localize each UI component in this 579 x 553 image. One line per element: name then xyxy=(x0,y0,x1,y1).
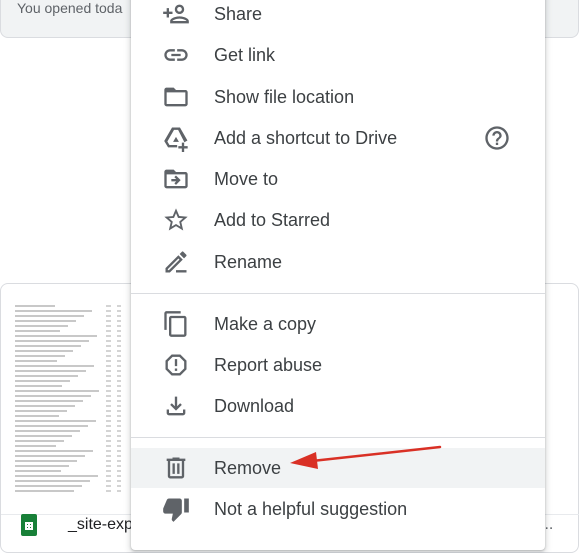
person-add-icon xyxy=(161,0,191,28)
thumbs-down-icon xyxy=(161,495,191,523)
menu-item-remove[interactable]: Remove xyxy=(131,448,545,488)
menu-item-label: Rename xyxy=(214,252,283,272)
pencil-icon xyxy=(161,248,191,276)
menu-item-label: Download xyxy=(214,396,295,416)
report-icon xyxy=(161,351,191,379)
context-menu: Share Get link Show file location Add a … xyxy=(131,0,545,550)
menu-item-rename[interactable]: Rename xyxy=(131,242,545,282)
menu-item-report-abuse[interactable]: Report abuse xyxy=(131,345,545,385)
menu-item-label: Show file location xyxy=(214,87,355,107)
menu-item-label: Report abuse xyxy=(214,355,323,375)
menu-item-label: Remove xyxy=(214,458,282,478)
link-icon xyxy=(161,41,191,69)
menu-item-not-helpful[interactable]: Not a helpful suggestion xyxy=(131,489,545,529)
file-name[interactable]: _site-exp xyxy=(68,516,133,534)
menu-item-share[interactable]: Share xyxy=(131,0,545,34)
menu-item-move-to[interactable]: Move to xyxy=(131,159,545,199)
copy-icon xyxy=(161,310,191,338)
help-circle-icon[interactable] xyxy=(483,124,511,152)
folder-icon xyxy=(161,83,191,111)
menu-item-add-shortcut[interactable]: Add a shortcut to Drive xyxy=(131,118,545,158)
recent-banner-text: You opened toda xyxy=(17,0,123,16)
menu-item-label: Get link xyxy=(214,45,276,65)
menu-item-download[interactable]: Download xyxy=(131,386,545,426)
menu-item-label: Share xyxy=(214,4,263,24)
menu-item-label: Move to xyxy=(214,169,279,189)
menu-item-label: Add to Starred xyxy=(214,210,331,230)
download-icon xyxy=(161,392,191,420)
menu-item-label: Make a copy xyxy=(214,314,317,334)
sheets-icon xyxy=(21,514,37,536)
menu-item-label: Add a shortcut to Drive xyxy=(214,128,398,148)
menu-divider xyxy=(131,293,545,294)
star-icon xyxy=(161,206,191,234)
trash-icon xyxy=(161,454,191,482)
menu-divider xyxy=(131,437,545,438)
move-to-folder-icon xyxy=(161,165,191,193)
menu-item-label: Not a helpful suggestion xyxy=(214,499,408,519)
menu-item-get-link[interactable]: Get link xyxy=(131,35,545,75)
menu-item-show-file-location[interactable]: Show file location xyxy=(131,77,545,117)
add-shortcut-icon xyxy=(161,124,191,152)
menu-item-add-to-starred[interactable]: Add to Starred xyxy=(131,200,545,240)
menu-item-make-a-copy[interactable]: Make a copy xyxy=(131,304,545,344)
